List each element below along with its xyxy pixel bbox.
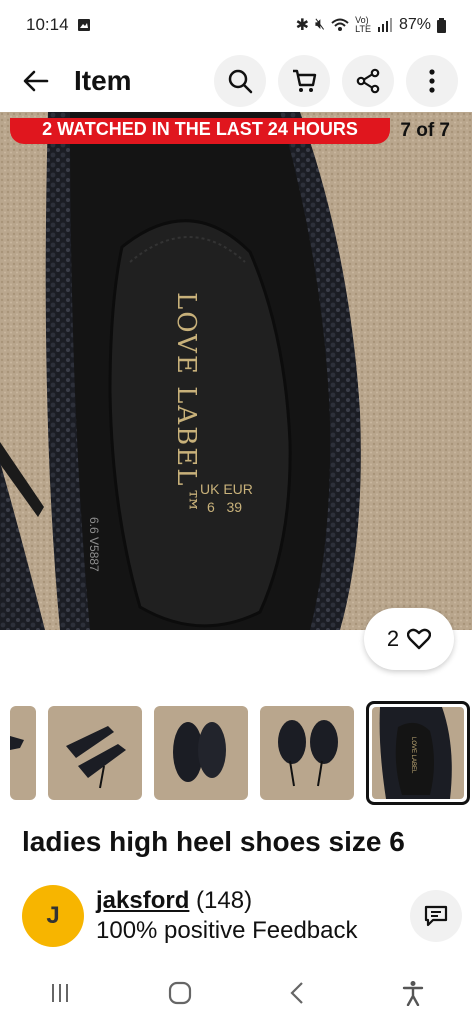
- status-time: 10:14: [26, 15, 69, 34]
- seller-name-link[interactable]: jaksford: [96, 887, 189, 914]
- wifi-icon: [331, 18, 349, 31]
- heart-icon: [407, 628, 432, 650]
- thumbnail[interactable]: [260, 706, 354, 800]
- share-button[interactable]: [342, 55, 394, 107]
- seller-info: jaksford (148) 100% positive Feedback: [96, 886, 358, 946]
- thumbnail-strip: LOVE LABEL: [0, 698, 472, 808]
- thumbnail[interactable]: [154, 706, 248, 800]
- recent-apps-icon[interactable]: [49, 982, 71, 1004]
- item-title: ladies high heel shoes size 6: [22, 826, 405, 857]
- watch-count: 2: [386, 626, 400, 651]
- share-icon: [356, 68, 380, 94]
- item-main-image[interactable]: LOVE LABEL™ UK EUR 6 39 6.6 V5887: [0, 112, 472, 630]
- arrow-left-icon: [23, 70, 49, 92]
- message-icon: [424, 905, 448, 927]
- back-nav-icon[interactable]: [289, 981, 305, 1005]
- watched-banner: 2 WATCHED IN THE LAST 24 HOURS: [10, 118, 390, 144]
- battery-percent: 87%: [398, 16, 431, 33]
- thumbnail-selected[interactable]: LOVE LABEL: [366, 701, 470, 805]
- back-button[interactable]: [22, 67, 50, 95]
- seller-avatar[interactable]: J: [22, 885, 84, 947]
- seller-rating: (148): [196, 887, 253, 914]
- shoe-insole-photo: LOVE LABEL™ UK EUR 6 39 6.6 V5887: [0, 112, 472, 630]
- thumbnail[interactable]: [48, 706, 142, 800]
- mute-icon: 🔇︎: [315, 16, 326, 33]
- cart-button[interactable]: [278, 55, 330, 107]
- more-options-button[interactable]: [406, 55, 458, 107]
- status-bar: 10:14 ✱ 🔇︎ Vo) LTE 87%: [0, 0, 472, 50]
- seller-section: J jaksford (148) 100% positive Feedback: [22, 884, 462, 948]
- insole-size-values: 6 39: [207, 499, 242, 515]
- accessibility-icon[interactable]: [402, 980, 424, 1006]
- watch-button[interactable]: 2: [364, 608, 454, 670]
- insole-brand-text: LOVE LABEL™: [171, 292, 201, 516]
- search-button[interactable]: [214, 55, 266, 107]
- insole-model-code: 6.6 V5887: [87, 517, 101, 572]
- volte-icon: Vo) LTE: [355, 15, 371, 34]
- app-bar: Item: [0, 50, 472, 112]
- more-vertical-icon: [429, 69, 435, 93]
- search-icon: [228, 69, 253, 94]
- thumbnail[interactable]: [10, 706, 36, 800]
- message-seller-button[interactable]: [410, 890, 462, 942]
- seller-feedback: 100% positive Feedback: [96, 917, 358, 944]
- home-icon[interactable]: [168, 981, 192, 1005]
- image-counter: 7 of 7: [400, 120, 450, 141]
- bluetooth-icon: ✱: [295, 17, 310, 34]
- gallery-notification-icon: [77, 19, 90, 31]
- battery-icon: [437, 17, 446, 33]
- page-title: Item: [74, 65, 132, 96]
- insole-size-header: UK EUR: [200, 481, 253, 497]
- cart-icon: [293, 69, 317, 92]
- system-nav-bar: [0, 962, 472, 1024]
- svg-text:LOVE LABEL: LOVE LABEL: [410, 737, 416, 774]
- signal-icon: [377, 18, 392, 32]
